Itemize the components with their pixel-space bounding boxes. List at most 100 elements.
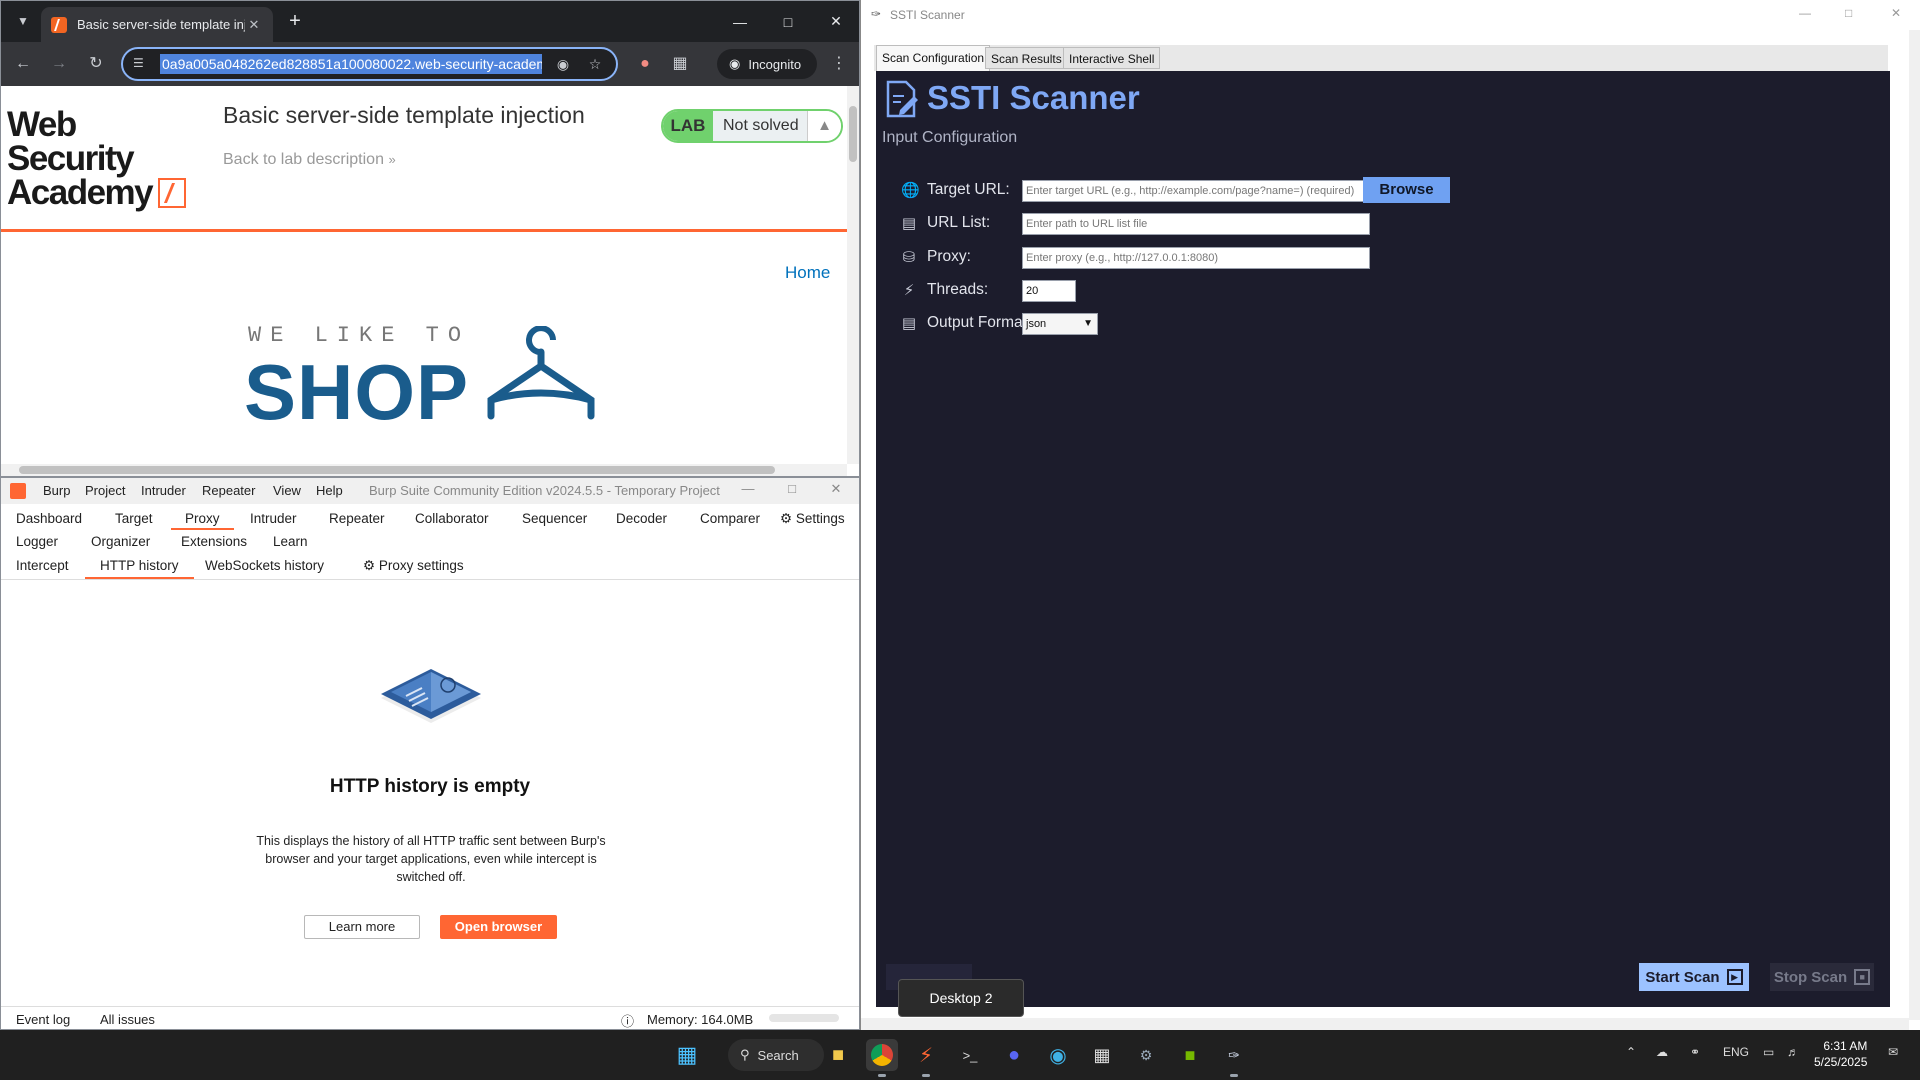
ssti-maximize-button[interactable]: □	[1845, 6, 1852, 20]
tab-decoder[interactable]: Decoder	[616, 511, 667, 526]
menu-burp[interactable]: Burp	[43, 483, 70, 498]
event-log-link[interactable]: Event log	[16, 1012, 70, 1027]
scrollbar-thumb[interactable]	[19, 466, 775, 474]
threads-input[interactable]: 20	[1022, 280, 1076, 302]
tab-collaborator[interactable]: Collaborator	[415, 511, 489, 526]
tab-scan-results[interactable]: Scan Results	[985, 47, 1068, 69]
home-link[interactable]: Home	[785, 263, 830, 283]
subtab-websockets-history[interactable]: WebSockets history	[205, 558, 324, 573]
stop-icon: ■	[1854, 969, 1871, 985]
subtab-http-history[interactable]: HTTP history	[85, 558, 194, 579]
menu-view[interactable]: View	[273, 483, 301, 498]
language-indicator[interactable]: ENG	[1723, 1045, 1749, 1059]
menu-intruder[interactable]: Intruder	[141, 483, 186, 498]
address-bar[interactable]: ☰ 0a9a005a048262ed828851a100080022.web-s…	[121, 47, 618, 81]
extensions-puzzle-icon[interactable]: ▦	[668, 52, 692, 76]
url-list-input[interactable]: Enter path to URL list file	[1022, 213, 1370, 235]
page-horizontal-scrollbar[interactable]	[1, 464, 847, 476]
site-info-icon[interactable]: ☰	[133, 56, 149, 72]
windows-start-icon[interactable]: ▦	[671, 1039, 703, 1071]
reload-button[interactable]: ↻	[84, 52, 108, 76]
ssti-vertical-scrollbar[interactable]	[1909, 30, 1920, 1020]
tab-proxy[interactable]: Proxy	[171, 511, 234, 530]
onedrive-icon[interactable]: ☁	[1656, 1045, 1668, 1059]
network-icon[interactable]: ▭	[1763, 1045, 1774, 1059]
tab-search-icon[interactable]: ▼	[11, 9, 35, 33]
store-icon[interactable]: ▦	[1086, 1039, 1118, 1071]
terminal-icon[interactable]: >_	[954, 1039, 986, 1071]
microphone-icon[interactable]: ⚭	[1690, 1045, 1700, 1059]
burp-taskbar-icon[interactable]: ⚡	[910, 1039, 942, 1071]
url-text[interactable]: 0a9a005a048262ed828851a100080022.web-sec…	[160, 54, 542, 74]
volume-icon[interactable]: ♬	[1787, 1045, 1799, 1059]
target-url-input[interactable]: Enter target URL (e.g., http://example.c…	[1022, 180, 1370, 202]
menu-help[interactable]: Help	[316, 483, 343, 498]
all-issues-link[interactable]: All issues	[100, 1012, 155, 1027]
extension-icon[interactable]: ●	[633, 52, 657, 76]
feather-taskbar-icon[interactable]: ✑	[1218, 1039, 1250, 1071]
output-format-select[interactable]: json ▼	[1022, 313, 1098, 335]
ssti-minimize-button[interactable]: —	[1799, 6, 1811, 20]
file-icon: ▤	[901, 315, 917, 332]
tray-chevron-icon[interactable]: ⌃	[1626, 1045, 1636, 1059]
proxy-settings-button[interactable]: ⚙ Proxy settings	[363, 558, 464, 574]
close-window-button[interactable]: ✕	[813, 1, 859, 42]
browse-button[interactable]: Browse	[1363, 177, 1450, 203]
memory-bar	[769, 1014, 839, 1022]
forward-button[interactable]: →	[47, 52, 71, 76]
back-to-lab-link[interactable]: Back to lab description »	[223, 151, 396, 169]
nvidia-icon[interactable]: ■	[1174, 1039, 1206, 1071]
discord-icon[interactable]: ●	[998, 1039, 1030, 1071]
tab-extensions[interactable]: Extensions	[181, 534, 247, 549]
new-tab-button[interactable]: +	[283, 10, 307, 34]
tab-interactive-shell[interactable]: Interactive Shell	[1063, 47, 1161, 69]
menu-project[interactable]: Project	[85, 483, 125, 498]
web-security-academy-logo[interactable]: Web Security Academy	[7, 107, 203, 210]
settings-gear-icon[interactable]: ⚙	[1130, 1039, 1162, 1071]
minimize-button[interactable]: —	[717, 1, 763, 42]
lens-icon[interactable]: ◉	[553, 54, 573, 74]
tab-close-icon[interactable]: ✕	[245, 17, 263, 33]
bookmark-star-icon[interactable]: ☆	[585, 54, 605, 74]
burp-close-button[interactable]: ✕	[821, 481, 851, 501]
search-label: Search	[757, 1047, 799, 1063]
lab-status-text: Not solved	[713, 111, 807, 141]
ssti-close-button[interactable]: ✕	[1891, 6, 1901, 20]
chrome-menu-icon[interactable]: ⋮	[827, 52, 851, 76]
tab-repeater[interactable]: Repeater	[329, 511, 385, 526]
page-vertical-scrollbar[interactable]	[847, 86, 859, 464]
incognito-chip[interactable]: ◉ Incognito	[717, 49, 817, 79]
tab-scan-configuration[interactable]: Scan Configuration	[876, 45, 991, 71]
notification-icon[interactable]: ✉	[1888, 1045, 1898, 1059]
chrome-tab-active[interactable]: Basic server-side template injec ✕	[41, 7, 273, 42]
ssti-horizontal-scrollbar[interactable]	[861, 1018, 1909, 1030]
tab-dashboard[interactable]: Dashboard	[16, 511, 82, 526]
maximize-button[interactable]: □	[765, 1, 811, 42]
tab-sequencer[interactable]: Sequencer	[522, 511, 587, 526]
tab-organizer[interactable]: Organizer	[91, 534, 150, 549]
memory-readout: Memory: 164.0MB	[647, 1012, 754, 1027]
menu-repeater[interactable]: Repeater	[202, 483, 255, 498]
subtab-intercept[interactable]: Intercept	[16, 558, 69, 573]
chrome-taskbar-icon[interactable]	[866, 1039, 898, 1071]
back-button[interactable]: ←	[11, 52, 35, 76]
edge-icon[interactable]: ◉	[1042, 1039, 1074, 1071]
stop-scan-button[interactable]: Stop Scan ■	[1770, 963, 1874, 991]
tab-target[interactable]: Target	[115, 511, 153, 526]
settings-button[interactable]: ⚙ Settings	[780, 511, 845, 527]
scrollbar-thumb[interactable]	[849, 106, 857, 162]
ssti-titlebar: ✑ SSTI Scanner — □ ✕	[861, 0, 1920, 30]
tab-learn[interactable]: Learn	[273, 534, 308, 549]
proxy-input[interactable]: Enter proxy (e.g., http://127.0.0.1:8080…	[1022, 247, 1370, 269]
file-explorer-icon[interactable]: ■	[822, 1039, 854, 1071]
start-scan-button[interactable]: Start Scan ▶	[1639, 963, 1749, 991]
learn-more-button[interactable]: Learn more	[304, 915, 420, 939]
tab-logger[interactable]: Logger	[16, 534, 58, 549]
open-browser-button[interactable]: Open browser	[440, 915, 557, 939]
tab-intruder[interactable]: Intruder	[250, 511, 297, 526]
burp-minimize-button[interactable]: —	[733, 481, 763, 501]
taskbar-search[interactable]: ⚲ Search	[728, 1039, 824, 1071]
tab-comparer[interactable]: Comparer	[700, 511, 760, 526]
burp-maximize-button[interactable]: □	[777, 481, 807, 501]
taskbar-clock[interactable]: 6:31 AM 5/25/2025	[1814, 1038, 1867, 1070]
